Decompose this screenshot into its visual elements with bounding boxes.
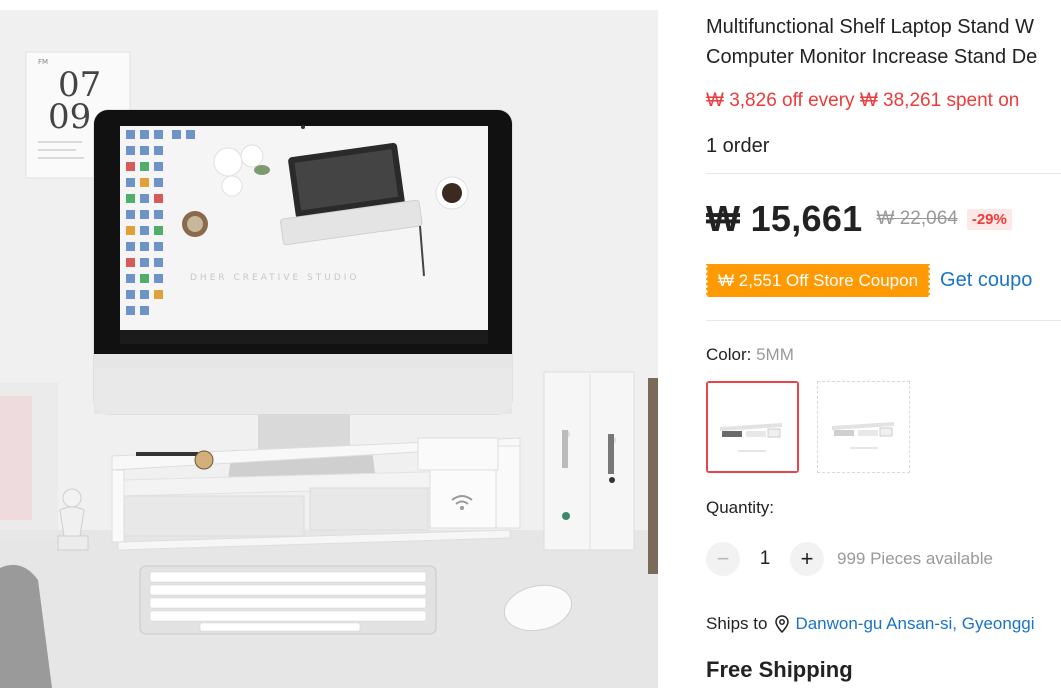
product-photo-illustration: FM 07 09 DHER CREATIVE STUDIO [0,10,658,688]
order-count: 1 order [706,135,770,157]
swatch-thumbnail [708,383,797,471]
coupon-row: ₩ 2,551 Off Store Coupon Get coupo [706,264,1032,297]
color-label-text: Color: [706,345,752,364]
color-selected-value: 5MM [756,345,794,364]
ships-to-location-link[interactable]: Danwon-gu Ansan-si, Gyeonggi [795,614,1034,634]
ships-to-label: Ships to [706,614,768,633]
calendar-day: 09 [48,97,91,137]
product-title-line2: Computer Monitor Increase Stand De [706,46,1038,68]
location-pin-icon [775,615,790,633]
calendar-corner: FM [38,58,48,66]
store-promotion-text[interactable]: ₩ 3,826 off every ₩ 38,261 spent on [706,90,1019,112]
quantity-increase-button[interactable]: + [790,542,824,576]
get-coupon-link[interactable]: Get coupo [940,269,1032,292]
svg-text:DHER CREATIVE STUDIO: DHER CREATIVE STUDIO [190,273,360,283]
product-title[interactable]: Multifunctional Shelf Laptop Stand W Com… [706,12,1061,72]
quantity-stepper: − 1 + 999 Pieces available [706,542,993,576]
discount-badge: -29% [966,208,1012,230]
color-option-2[interactable] [817,381,910,473]
divider [706,173,1061,174]
ships-to-row: Ships to Danwon-gu Ansan-si, Gyeonggi [706,614,1035,634]
color-option-5mm[interactable] [706,381,799,473]
swatch-thumbnail [818,382,909,472]
price-row: ₩ 15,661 ₩ 22,064 -29% [706,198,1012,240]
divider [706,320,1061,321]
original-price: ₩ 22,064 [876,208,958,229]
quantity-input[interactable]: 1 [740,548,790,570]
free-shipping-text: Free Shipping [706,657,853,682]
quantity-label: Quantity: [706,498,775,517]
stock-available: 999 Pieces available [837,549,993,568]
current-price: ₩ 15,661 [706,198,863,239]
product-main-image[interactable]: FM 07 09 DHER CREATIVE STUDIO [0,10,658,688]
keyboard [139,565,437,635]
color-label: Color: 5MM [706,345,794,365]
product-details-panel: Multifunctional Shelf Laptop Stand W Com… [706,0,1061,688]
store-coupon-tag[interactable]: ₩ 2,551 Off Store Coupon [706,264,933,297]
product-title-line1: Multifunctional Shelf Laptop Stand W [706,16,1034,38]
quantity-decrease-button[interactable]: − [706,542,740,576]
